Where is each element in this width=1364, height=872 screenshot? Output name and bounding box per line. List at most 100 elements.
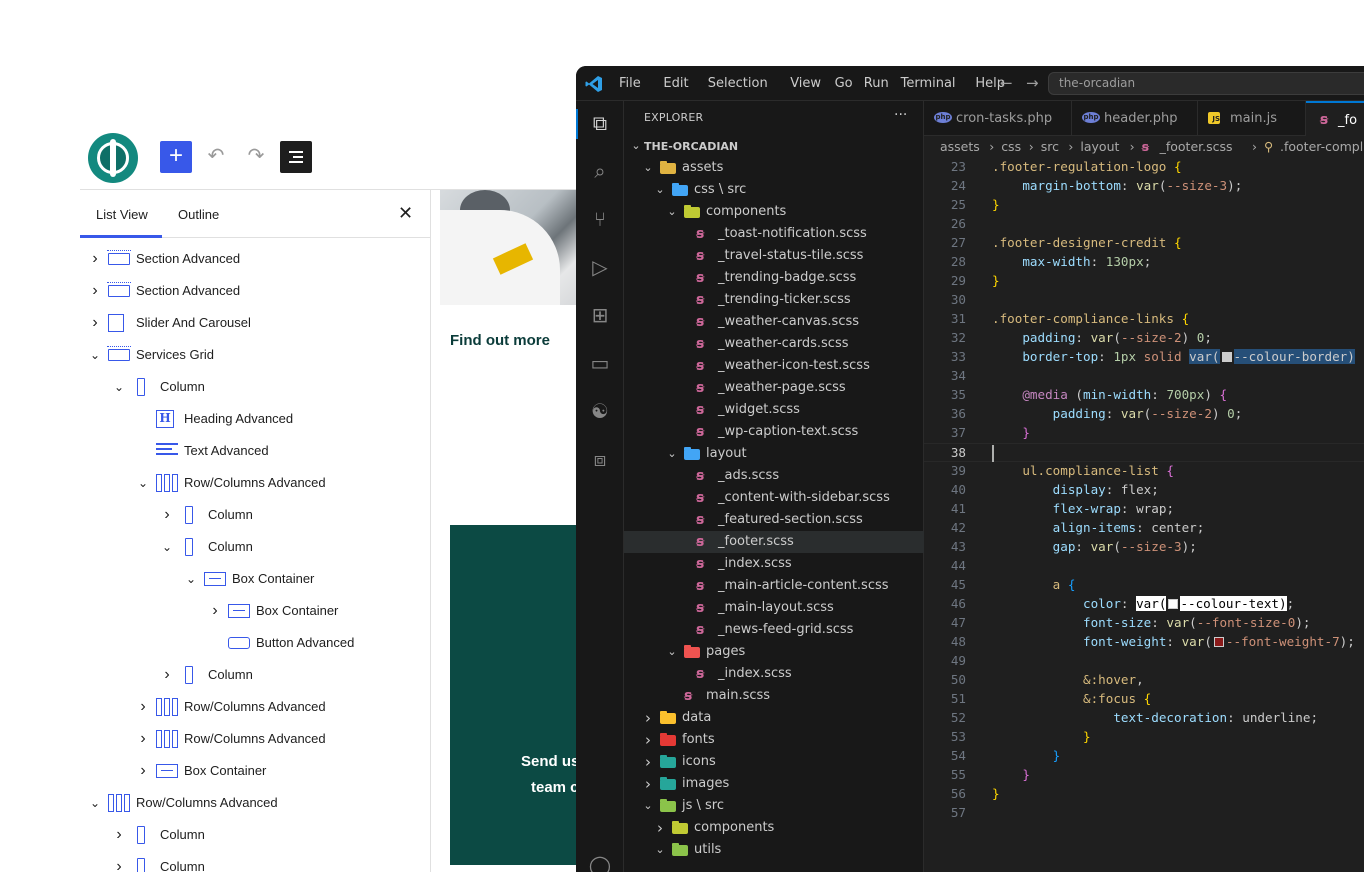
chevron-down-icon[interactable]: ⌄ <box>112 371 126 403</box>
close-icon[interactable]: ✕ <box>398 203 413 224</box>
list-item[interactable]: › Column <box>80 851 430 872</box>
list-item[interactable]: › Column <box>80 499 430 531</box>
file-item[interactable]: ꞩ _featured-section.scss <box>624 509 924 531</box>
tab-scss-file[interactable]: ꞩ _fo <box>1306 101 1364 136</box>
file-item[interactable]: ꞩ _toast-notification.scss <box>624 223 924 245</box>
chevron-right-icon[interactable]: › <box>642 751 654 773</box>
file-item[interactable]: ꞩ _index.scss <box>624 663 924 685</box>
chevron-down-icon[interactable]: ⌄ <box>88 339 102 371</box>
file-item[interactable]: ꞩ _trending-ticker.scss <box>624 289 924 311</box>
chevron-right-icon[interactable]: › <box>208 595 222 627</box>
code-line[interactable]: 41 flex-wrap: wrap; <box>924 500 1364 519</box>
chevron-down-icon[interactable]: ⌄ <box>184 563 198 595</box>
redo-icon[interactable]: ↷ <box>244 144 268 168</box>
source-control-icon[interactable]: ⑂ <box>588 207 612 231</box>
code-line[interactable]: 46 color: var(--colour-text); <box>924 595 1364 614</box>
file-item[interactable]: ꞩ _weather-canvas.scss <box>624 311 924 333</box>
file-item[interactable]: ꞩ _weather-page.scss <box>624 377 924 399</box>
account-icon[interactable]: ◯ <box>588 853 612 872</box>
code-line[interactable]: 36 padding: var(--size-2) 0; <box>924 405 1364 424</box>
code-line[interactable]: 26 <box>924 215 1364 234</box>
menu-selection[interactable]: Selection <box>708 76 768 91</box>
code-line[interactable]: 29} <box>924 272 1364 291</box>
search-icon[interactable]: ⌕ <box>588 159 612 183</box>
document-overview-button[interactable] <box>280 141 312 173</box>
undo-icon[interactable]: ↶ <box>204 144 228 168</box>
breadcrumb-item[interactable]: src <box>1041 139 1059 154</box>
chevron-right-icon[interactable]: › <box>642 773 654 795</box>
code-line[interactable]: 56} <box>924 785 1364 804</box>
chevron-right-icon[interactable]: › <box>642 729 654 751</box>
folder-item[interactable]: › components <box>624 817 924 839</box>
code-line[interactable]: 49 <box>924 652 1364 671</box>
file-item[interactable]: ꞩ _widget.scss <box>624 399 924 421</box>
chevron-right-icon[interactable]: › <box>136 691 150 723</box>
code-line[interactable]: 37 } <box>924 424 1364 443</box>
breadcrumb-item[interactable]: css <box>1001 139 1021 154</box>
code-line[interactable]: 27 .footer-designer-credit { <box>924 234 1364 253</box>
chevron-down-icon[interactable]: ⌄ <box>654 839 666 861</box>
chevron-right-icon[interactable]: › <box>112 819 126 851</box>
chevron-down-icon[interactable]: ⌄ <box>642 157 654 179</box>
list-item[interactable]: › Box Container <box>80 755 430 787</box>
menu-run[interactable]: Run <box>864 76 889 91</box>
chevron-down-icon[interactable]: ⌄ <box>654 179 666 201</box>
color-swatch-icon[interactable] <box>1221 351 1232 362</box>
chevron-right-icon[interactable]: › <box>136 755 150 787</box>
add-block-button[interactable]: + <box>160 141 192 173</box>
code-line[interactable]: 34 <box>924 367 1364 386</box>
code-line[interactable]: 48 font-weight: var(--font-weight-7); <box>924 633 1364 652</box>
chevron-right-icon[interactable]: › <box>654 817 666 839</box>
chevron-right-icon[interactable]: › <box>160 659 174 691</box>
chevron-down-icon[interactable]: ⌄ <box>642 795 654 817</box>
list-item[interactable]: › Column <box>80 659 430 691</box>
code-line[interactable]: 52 text-decoration: underline; <box>924 709 1364 728</box>
folder-item[interactable]: › images <box>624 773 924 795</box>
chevron-down-icon[interactable]: ⌄ <box>666 641 678 663</box>
code-line[interactable]: 23 .footer-regulation-logo { <box>924 158 1364 177</box>
forward-icon[interactable]: → <box>1026 74 1039 92</box>
code-line[interactable]: 45 a { <box>924 576 1364 595</box>
code-line[interactable]: 24 margin-bottom: var(--size-3); <box>924 177 1364 196</box>
chevron-down-icon[interactable]: ⌄ <box>630 135 642 157</box>
breadcrumb-item[interactable]: layout <box>1080 139 1119 154</box>
code-line[interactable]: 50 &:hover, <box>924 671 1364 690</box>
list-item[interactable]: Button Advanced <box>80 627 430 659</box>
code-line[interactable]: 38 <box>924 443 1364 462</box>
chevron-right-icon[interactable]: › <box>160 499 174 531</box>
code-line[interactable]: 25} <box>924 196 1364 215</box>
folder-item[interactable]: ⌄ layout <box>624 443 924 465</box>
code-line[interactable]: 31 .footer-compliance-links { <box>924 310 1364 329</box>
file-item[interactable]: ꞩ _news-feed-grid.scss <box>624 619 924 641</box>
chevron-right-icon[interactable]: › <box>88 275 102 307</box>
chevron-down-icon[interactable]: ⌄ <box>136 467 150 499</box>
list-item[interactable]: H Heading Advanced <box>80 403 430 435</box>
list-item[interactable]: › Section Advanced <box>80 243 430 275</box>
file-item[interactable]: ꞩ _footer.scss <box>624 531 924 553</box>
file-item[interactable]: ꞩ _ads.scss <box>624 465 924 487</box>
folder-item[interactable]: ⌄ components <box>624 201 924 223</box>
folder-item[interactable]: ⌄ THE-ORCADIAN <box>624 135 924 157</box>
folder-item[interactable]: › fonts <box>624 729 924 751</box>
tab-js-file[interactable]: JS main.js <box>1198 101 1306 136</box>
run-debug-icon[interactable]: ▷ <box>588 255 612 279</box>
menu-file[interactable]: File <box>619 76 641 91</box>
code-line[interactable]: 40 display: flex; <box>924 481 1364 500</box>
folder-item[interactable]: › data <box>624 707 924 729</box>
folder-item[interactable]: › icons <box>624 751 924 773</box>
file-item[interactable]: ꞩ _weather-cards.scss <box>624 333 924 355</box>
list-item[interactable]: ⌄ Column <box>80 371 430 403</box>
code-line[interactable]: 54 } <box>924 747 1364 766</box>
code-editor[interactable]: 23 .footer-regulation-logo {24 margin-bot… <box>924 158 1364 872</box>
command-center[interactable]: the-orcadian <box>1048 72 1364 95</box>
file-item[interactable]: ꞩ _trending-badge.scss <box>624 267 924 289</box>
file-item[interactable]: ꞩ _index.scss <box>624 553 924 575</box>
list-item[interactable]: › Box Container <box>80 595 430 627</box>
code-line[interactable]: 32 padding: var(--size-2) 0; <box>924 329 1364 348</box>
list-item[interactable]: ⌄ Row/Columns Advanced <box>80 467 430 499</box>
tab-outline[interactable]: Outline <box>178 207 219 222</box>
code-line[interactable]: 44 <box>924 557 1364 576</box>
list-item[interactable]: › Section Advanced <box>80 275 430 307</box>
remote-explorer-icon[interactable]: ▭ <box>588 351 612 375</box>
breadcrumb-item[interactable]: .footer-compliance-link <box>1280 139 1364 154</box>
